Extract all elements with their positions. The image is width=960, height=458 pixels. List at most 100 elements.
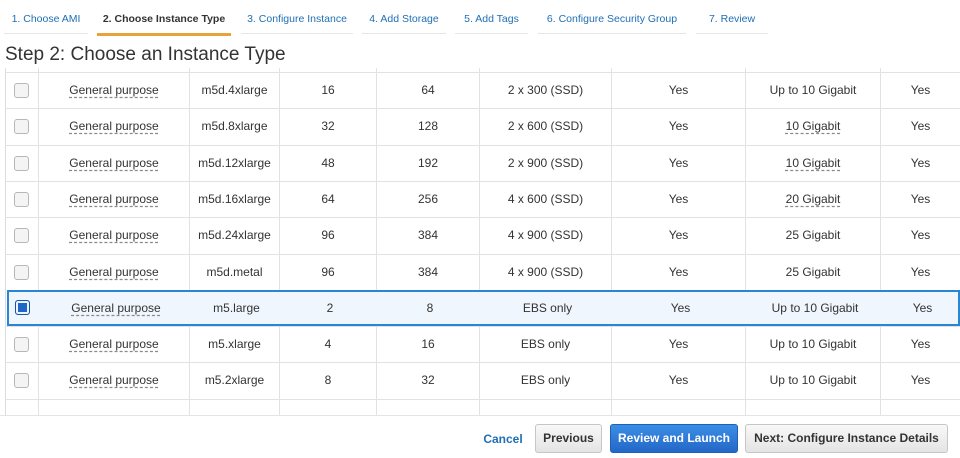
ebs-optimized-cell: Yes <box>668 155 689 170</box>
instance-type-cell: m5d.24xlarge <box>198 228 271 243</box>
network-performance-cell: 25 Gigabit <box>785 264 841 279</box>
network-performance-cell: Up to 10 Gigabit <box>771 300 859 315</box>
table-row[interactable]: General purpose m5d.24xlarge 96 384 4 x 900 … <box>6 217 960 253</box>
network-performance-cell: 10 Gigabit <box>785 155 841 170</box>
row-select-checkbox[interactable] <box>14 119 29 135</box>
tab-choose-ami[interactable]: 1. Choose AMI <box>4 4 88 34</box>
network-performance-cell: 25 Gigabit <box>785 228 841 243</box>
wizard-tabs: 1. Choose AMI 2. Choose Instance Type 3.… <box>0 0 960 36</box>
instance-storage-cell: 2 x 900 (SSD) <box>507 155 584 170</box>
table-row[interactable]: General purpose m5.xlarge 4 16 EBS only Yes Up… <box>6 326 960 362</box>
vcpus-cell: 64 <box>321 191 335 206</box>
memory-cell: 384 <box>417 228 439 243</box>
tab-review[interactable]: 7. Review <box>696 4 768 34</box>
ebs-optimized-cell: Yes <box>668 373 689 388</box>
instance-storage-cell: 2 x 300 (SSD) <box>507 83 584 97</box>
ebs-optimized-cell: Yes <box>668 337 689 352</box>
instance-family-cell[interactable]: General purpose <box>39 73 189 108</box>
cancel-button[interactable]: Cancel <box>474 425 532 454</box>
row-select-checkbox[interactable] <box>15 299 30 315</box>
row-select-checkbox[interactable] <box>14 191 29 207</box>
network-performance-cell: Up to 10 Gigabit <box>769 337 857 352</box>
ebs-optimized-cell: Yes <box>668 119 689 134</box>
tab-add-tags[interactable]: 5. Add Tags <box>455 4 528 34</box>
vcpus-cell: 8 <box>324 373 332 388</box>
network-performance-cell: Up to 10 Gigabit <box>769 373 857 388</box>
instance-type-cell: m5.xlarge <box>208 337 261 352</box>
instance-type-cell: m5d.4xlarge <box>201 83 268 97</box>
network-performance-cell: 10 Gigabit <box>785 119 841 134</box>
ipv6-support-cell: Yes <box>910 337 931 352</box>
instance-family-cell[interactable]: General purpose <box>39 146 189 181</box>
table-row[interactable]: General purpose m5d.12xlarge 48 192 2 x 900 … <box>6 144 960 181</box>
ebs-optimized-cell: Yes <box>670 300 691 315</box>
instance-family-cell[interactable]: General purpose <box>39 255 189 290</box>
table-row-partial <box>6 398 960 415</box>
review-and-launch-button[interactable]: Review and Launch <box>610 424 738 453</box>
instance-storage-cell: EBS only <box>520 337 571 352</box>
ipv6-support-cell: Yes <box>910 228 931 243</box>
row-select-checkbox[interactable] <box>14 83 29 98</box>
instance-storage-cell: 4 x 900 (SSD) <box>507 264 584 279</box>
vcpus-cell: 16 <box>321 83 335 97</box>
ipv6-support-cell: Yes <box>910 373 931 388</box>
instance-storage-cell: 4 x 600 (SSD) <box>507 191 584 206</box>
tab-configure-instance[interactable]: 3. Configure Instance <box>241 4 353 34</box>
next-configure-instance-details-button[interactable]: Next: Configure Instance Details <box>745 424 948 453</box>
memory-cell: 128 <box>417 119 439 134</box>
tab-choose-instance-type[interactable]: 2. Choose Instance Type <box>97 4 231 36</box>
vcpus-cell: 96 <box>321 228 335 243</box>
footer-divider <box>0 415 960 416</box>
memory-cell: 64 <box>421 83 435 97</box>
vcpus-cell: 48 <box>321 155 335 170</box>
table-row[interactable]: General purpose m5d.metal 96 384 4 x 900 (SS… <box>6 253 960 290</box>
memory-cell: 384 <box>417 264 439 279</box>
ipv6-support-cell: Yes <box>910 264 931 279</box>
instance-family-cell[interactable]: General purpose <box>41 291 191 326</box>
table-row[interactable]: General purpose m5.2xlarge 8 32 EBS only Yes U… <box>6 362 960 398</box>
row-select-checkbox[interactable] <box>14 337 29 353</box>
instance-type-cell: m5d.16xlarge <box>198 191 271 206</box>
tab-configure-security-group[interactable]: 6. Configure Security Group <box>538 4 686 34</box>
instance-type-cell: m5d.8xlarge <box>201 119 268 134</box>
table-row[interactable]: General purpose m5d.16xlarge 64 256 4 x 600 … <box>6 180 960 217</box>
memory-cell: 16 <box>421 337 435 352</box>
instance-family-cell[interactable]: General purpose <box>39 363 189 398</box>
ebs-optimized-cell: Yes <box>668 83 689 97</box>
row-select-checkbox[interactable] <box>14 155 29 171</box>
instance-family-cell[interactable]: General purpose <box>39 218 189 253</box>
vcpus-cell: 4 <box>324 337 332 352</box>
network-performance-cell: 20 Gigabit <box>785 191 841 206</box>
network-performance-cell: Up to 10 Gigabit <box>769 83 857 97</box>
instance-type-table: General purpose m5d.4xlarge 16 64 2 x 300 (S… <box>5 68 960 415</box>
memory-cell: 32 <box>421 373 435 388</box>
instance-type-cell: m5.large <box>213 300 260 315</box>
instance-family-cell[interactable]: General purpose <box>39 182 189 217</box>
ipv6-support-cell: Yes <box>910 191 931 206</box>
table-row[interactable]: General purpose m5d.8xlarge 32 128 2 x 600 (… <box>6 108 960 144</box>
instance-storage-cell: 4 x 900 (SSD) <box>507 228 584 243</box>
instance-storage-cell: EBS only <box>520 373 571 388</box>
instance-type-cell: m5d.12xlarge <box>198 155 271 170</box>
row-select-checkbox[interactable] <box>14 373 29 389</box>
table-row-selected[interactable]: General purpose m5.large 2 8 EBS only Yes Up t… <box>7 289 960 326</box>
instance-storage-cell: EBS only <box>522 300 573 315</box>
instance-family-cell[interactable]: General purpose <box>39 109 189 144</box>
memory-cell: 256 <box>417 191 439 206</box>
ipv6-support-cell: Yes <box>910 119 931 134</box>
ebs-optimized-cell: Yes <box>668 228 689 243</box>
instance-type-cell: m5.2xlarge <box>204 373 265 388</box>
instance-family-cell[interactable]: General purpose <box>39 327 189 362</box>
instance-type-cell: m5d.metal <box>206 264 263 279</box>
table-row[interactable]: General purpose m5d.4xlarge 16 64 2 x 300 (S… <box>6 72 960 108</box>
vcpus-cell: 2 <box>326 300 334 315</box>
previous-button[interactable]: Previous <box>535 424 602 453</box>
row-select-checkbox[interactable] <box>14 264 29 280</box>
tab-add-storage[interactable]: 4. Add Storage <box>362 4 446 34</box>
memory-cell: 8 <box>426 300 434 315</box>
ipv6-support-cell: Yes <box>912 300 933 315</box>
ebs-optimized-cell: Yes <box>668 191 689 206</box>
row-select-checkbox[interactable] <box>14 228 29 244</box>
ipv6-support-cell: Yes <box>910 155 931 170</box>
instance-storage-cell: 2 x 600 (SSD) <box>507 119 584 134</box>
